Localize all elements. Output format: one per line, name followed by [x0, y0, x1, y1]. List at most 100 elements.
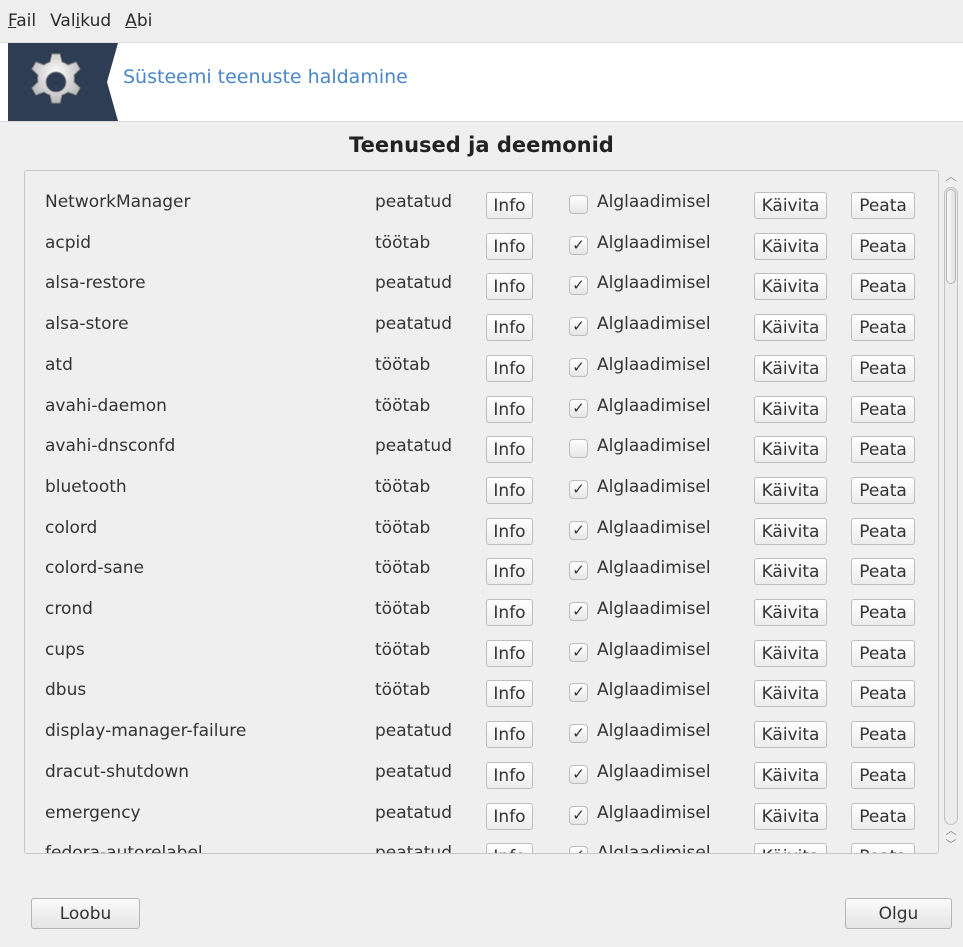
- start-button[interactable]: Käivita: [754, 761, 827, 789]
- info-button[interactable]: Info: [486, 517, 533, 545]
- on-boot-checkbox[interactable]: ✓: [569, 276, 588, 296]
- menu-help[interactable]: Abi: [118, 11, 158, 31]
- on-boot-label: Alglaadimisel: [597, 476, 711, 497]
- start-button[interactable]: Käivita: [754, 436, 827, 464]
- info-button[interactable]: Info: [486, 314, 533, 342]
- scrollbar-track[interactable]: [944, 187, 958, 825]
- on-boot-checkbox[interactable]: ✓: [569, 317, 588, 337]
- start-button[interactable]: Käivita: [754, 192, 827, 219]
- stop-button[interactable]: Peata: [851, 436, 915, 464]
- scrollbar-thumb[interactable]: [946, 189, 956, 284]
- info-button[interactable]: Info: [486, 639, 533, 667]
- info-button[interactable]: Info: [486, 802, 533, 830]
- scroll-up-arrow-icon[interactable]: ︿: [942, 170, 960, 184]
- scroll-up-arrow-icon-lower[interactable]: ︿: [942, 824, 960, 838]
- start-button[interactable]: Käivita: [754, 558, 827, 586]
- info-button[interactable]: Info: [486, 680, 533, 708]
- service-row: fedora-autorelabel peatatud Info ✓ Alglaadim…: [25, 834, 938, 853]
- scroll-down-arrow-icon[interactable]: ﹀: [942, 838, 960, 852]
- start-button[interactable]: Käivita: [754, 680, 827, 708]
- on-boot-checkbox[interactable]: ✓: [569, 642, 588, 662]
- stop-button[interactable]: Peata: [851, 192, 915, 219]
- info-button[interactable]: Info: [486, 761, 533, 789]
- on-boot-checkbox[interactable]: ✓: [569, 683, 588, 703]
- on-boot-checkbox[interactable]: ✓: [569, 724, 588, 744]
- menu-file[interactable]: Fail: [1, 11, 42, 31]
- on-boot-checkbox[interactable]: ✓: [569, 520, 588, 540]
- on-boot-checkbox[interactable]: [569, 439, 588, 459]
- info-button[interactable]: Info: [486, 232, 533, 260]
- on-boot-checkbox[interactable]: ✓: [569, 764, 588, 784]
- info-button[interactable]: Info: [486, 436, 533, 464]
- stop-button[interactable]: Peata: [851, 639, 915, 667]
- service-row: colord-sane töötab Info ✓ Alglaadimisel Käivi…: [25, 549, 938, 590]
- on-boot-checkbox[interactable]: ✓: [569, 846, 588, 853]
- service-name: avahi-dnsconfd: [45, 436, 176, 457]
- on-boot-checkbox[interactable]: ✓: [569, 561, 588, 581]
- on-boot-label: Alglaadimisel: [597, 721, 711, 742]
- start-button[interactable]: Käivita: [754, 395, 827, 423]
- start-button[interactable]: Käivita: [754, 639, 827, 667]
- stop-button[interactable]: Peata: [851, 721, 915, 749]
- start-button[interactable]: Käivita: [754, 517, 827, 545]
- info-button[interactable]: Info: [486, 843, 533, 853]
- stop-button[interactable]: Peata: [851, 843, 915, 853]
- stop-button[interactable]: Peata: [851, 517, 915, 545]
- service-row: dracut-shutdown peatatud Info ✓ Alglaadimise…: [25, 753, 938, 794]
- service-name: colord-sane: [45, 558, 144, 579]
- start-button[interactable]: Käivita: [754, 802, 827, 830]
- stop-button[interactable]: Peata: [851, 558, 915, 586]
- start-button[interactable]: Käivita: [754, 232, 827, 260]
- service-name: atd: [45, 354, 73, 375]
- start-button[interactable]: Käivita: [754, 843, 827, 853]
- on-boot-checkbox[interactable]: ✓: [569, 805, 588, 825]
- start-button[interactable]: Käivita: [754, 273, 827, 301]
- stop-button[interactable]: Peata: [851, 395, 915, 423]
- menu-options-label-pre: Val: [50, 11, 76, 31]
- on-boot-label: Alglaadimisel: [597, 436, 711, 457]
- on-boot-checkbox[interactable]: ✓: [569, 235, 588, 255]
- on-boot-checkbox[interactable]: ✓: [569, 398, 588, 418]
- stop-button[interactable]: Peata: [851, 476, 915, 504]
- cancel-button[interactable]: Loobu: [31, 898, 140, 929]
- stop-button[interactable]: Peata: [851, 314, 915, 342]
- banner-title: Süsteemi teenuste haldamine: [123, 66, 408, 88]
- on-boot-checkbox[interactable]: ✓: [569, 602, 588, 621]
- info-button[interactable]: Info: [486, 721, 533, 749]
- info-button[interactable]: Info: [486, 599, 533, 626]
- info-button[interactable]: Info: [486, 558, 533, 586]
- on-boot-checkbox[interactable]: ✓: [569, 357, 588, 377]
- start-button[interactable]: Käivita: [754, 354, 827, 382]
- info-button[interactable]: Info: [486, 476, 533, 504]
- stop-button[interactable]: Peata: [851, 680, 915, 708]
- start-button[interactable]: Käivita: [754, 314, 827, 342]
- gear-icon: [31, 53, 81, 104]
- on-boot-label: Alglaadimisel: [597, 802, 711, 823]
- on-boot-label: Alglaadimisel: [597, 232, 711, 253]
- info-button[interactable]: Info: [486, 354, 533, 382]
- info-button[interactable]: Info: [486, 395, 533, 423]
- service-name: bluetooth: [45, 476, 127, 497]
- vertical-scrollbar[interactable]: ︿ ︿ ﹀: [942, 170, 960, 852]
- service-status: töötab: [375, 232, 431, 253]
- start-button[interactable]: Käivita: [754, 476, 827, 504]
- service-status: töötab: [375, 599, 431, 619]
- stop-button[interactable]: Peata: [851, 273, 915, 301]
- on-boot-checkbox[interactable]: [569, 195, 588, 214]
- start-button[interactable]: Käivita: [754, 599, 827, 626]
- info-button[interactable]: Info: [486, 273, 533, 301]
- stop-button[interactable]: Peata: [851, 761, 915, 789]
- info-button[interactable]: Info: [486, 192, 533, 219]
- stop-button[interactable]: Peata: [851, 232, 915, 260]
- on-boot-label: Alglaadimisel: [597, 639, 711, 660]
- stop-button[interactable]: Peata: [851, 599, 915, 626]
- on-boot-label: Alglaadimisel: [597, 517, 711, 538]
- ok-button[interactable]: Olgu: [845, 898, 952, 929]
- stop-button[interactable]: Peata: [851, 802, 915, 830]
- on-boot-checkbox[interactable]: ✓: [569, 479, 588, 499]
- stop-button[interactable]: Peata: [851, 354, 915, 382]
- start-button[interactable]: Käivita: [754, 721, 827, 749]
- menu-options[interactable]: Valikud: [43, 11, 117, 31]
- service-row: acpid töötab Info ✓ Alglaadimisel Käivita Peat…: [25, 224, 938, 265]
- menu-options-label: kud: [80, 11, 112, 31]
